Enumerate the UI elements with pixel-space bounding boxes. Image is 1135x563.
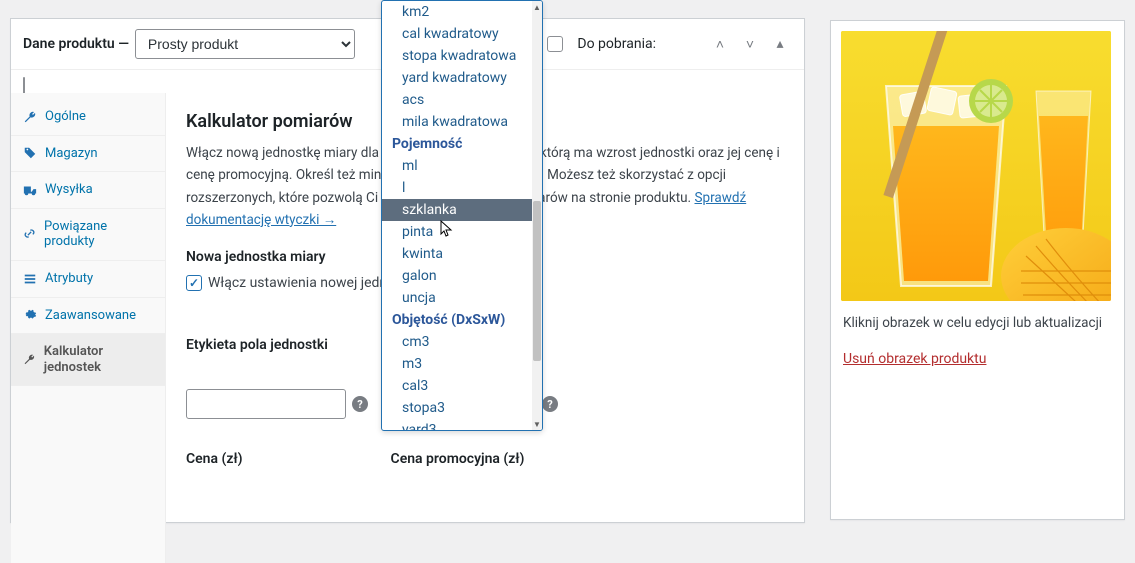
price-label: Cena (zł) xyxy=(186,451,243,467)
gear-icon xyxy=(23,308,37,322)
dropdown-group: Objętość (DxSxW) xyxy=(382,309,532,331)
dropdown-option[interactable]: m3 xyxy=(382,353,532,375)
wrench-icon xyxy=(23,353,36,367)
tab-inventory[interactable]: Magazyn xyxy=(11,136,165,173)
tag-icon xyxy=(23,146,37,160)
dropdown-group: Pojemność xyxy=(382,133,532,155)
scroll-up-icon[interactable]: ▲ xyxy=(532,1,542,13)
product-image-meta-box: Kliknij obrazek w celu edycji lub aktual… xyxy=(830,20,1125,520)
dropdown-option[interactable]: yard3 xyxy=(382,419,532,430)
list-icon xyxy=(23,272,37,286)
move-down-button[interactable]: ˅ xyxy=(738,32,762,56)
dropdown-option[interactable]: ml xyxy=(382,155,532,177)
tab-shipping[interactable]: Wysyłka xyxy=(11,172,165,209)
tab-linked-products[interactable]: Powiązane produkty xyxy=(11,209,165,261)
dropdown-option[interactable]: stopa kwadratowa xyxy=(382,45,532,67)
scroll-thumb[interactable] xyxy=(533,201,541,361)
dropdown-option[interactable]: stopa3 xyxy=(382,397,532,419)
dropdown-option[interactable]: mila kwadratowa xyxy=(382,111,532,133)
product-data-tabs: Ogólne Magazyn Wysyłka Powiązane produkt… xyxy=(11,93,166,563)
header-extra-checkbox[interactable] xyxy=(23,77,25,94)
remove-image-link[interactable]: Usuń obrazek produktu xyxy=(843,351,986,367)
link-icon xyxy=(23,227,36,241)
tab-unit-calculator[interactable]: Kalkulator jednostek xyxy=(11,334,165,386)
product-data-title: Dane produktu — xyxy=(23,36,129,52)
help-icon[interactable]: ? xyxy=(542,396,558,412)
dropdown-option[interactable]: kwinta xyxy=(382,243,532,265)
move-up-button[interactable]: ˄ xyxy=(708,32,732,56)
unit-label-input[interactable] xyxy=(186,389,346,419)
dropdown-option[interactable]: uncja xyxy=(382,287,532,309)
dropdown-option[interactable]: cal kwadratowy xyxy=(382,23,532,45)
scroll-down-icon[interactable]: ▼ xyxy=(532,418,542,430)
dropdown-option[interactable]: l xyxy=(382,177,532,199)
dropdown-option[interactable]: cal3 xyxy=(382,375,532,397)
dropdown-option[interactable]: acs xyxy=(382,89,532,111)
tab-advanced[interactable]: Zaawansowane xyxy=(11,298,165,335)
tab-attributes[interactable]: Atrybuty xyxy=(11,261,165,298)
dropdown-option[interactable]: pinta xyxy=(382,221,532,243)
product-type-select[interactable]: Prosty produkt xyxy=(135,29,355,59)
help-icon[interactable]: ? xyxy=(352,396,368,412)
toggle-panel-button[interactable]: ▴ xyxy=(768,32,792,56)
promo-price-label: Cena promocyjna (zł) xyxy=(391,451,525,467)
truck-icon xyxy=(23,183,37,197)
unit-dropdown-panel[interactable]: km2cal kwadratowystopa kwadratowayard kw… xyxy=(381,0,543,431)
dropdown-option[interactable]: yard kwadratowy xyxy=(382,67,532,89)
mouse-cursor-icon xyxy=(440,220,454,238)
dropdown-option[interactable]: galon xyxy=(382,265,532,287)
wrench-icon xyxy=(23,110,37,124)
virtual-checkbox[interactable] xyxy=(547,36,563,52)
downloadable-label: Do pobrania: xyxy=(577,36,656,52)
dropdown-option[interactable]: cm3 xyxy=(382,331,532,353)
dropdown-option[interactable]: szklanka xyxy=(382,199,532,221)
enable-new-unit-checkbox[interactable]: ✓ xyxy=(186,275,202,291)
image-edit-hint: Kliknij obrazek w celu edycji lub aktual… xyxy=(843,315,1112,331)
dropdown-option[interactable]: km2 xyxy=(382,1,532,23)
tab-general[interactable]: Ogólne xyxy=(11,99,165,136)
product-image-thumbnail[interactable] xyxy=(841,31,1111,301)
dropdown-scrollbar[interactable]: ▲ ▼ xyxy=(532,1,542,430)
